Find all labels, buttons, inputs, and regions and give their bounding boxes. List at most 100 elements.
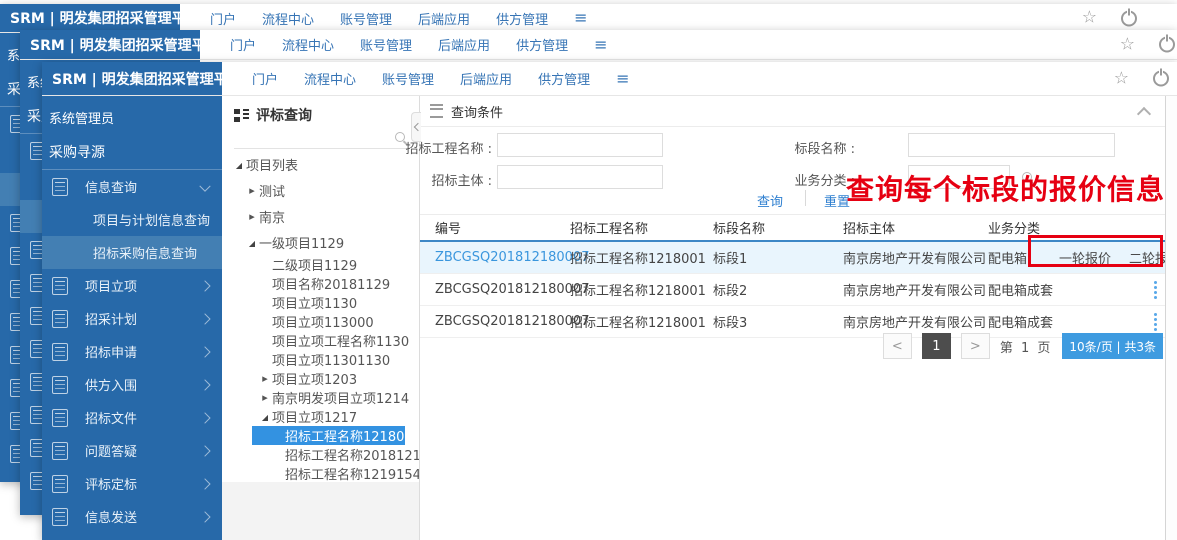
scrollbar-track[interactable] bbox=[1165, 96, 1177, 540]
nav-item[interactable]: 门户 bbox=[230, 35, 256, 54]
chevron-icon bbox=[199, 511, 210, 522]
tree-item[interactable]: 项目立项1203 bbox=[222, 369, 419, 388]
chevron-icon bbox=[199, 478, 210, 489]
section-name-cell: 标段1 bbox=[713, 248, 843, 267]
bid-entity-label: 招标主体 : bbox=[396, 170, 492, 189]
topbar-icons: ☆ bbox=[1082, 10, 1137, 27]
bid-entity-cell: 南京房地产开发有限公司 bbox=[843, 248, 988, 267]
tree-item[interactable]: 一级项目1129 bbox=[222, 229, 419, 255]
tree-item[interactable]: 二级项目1129 bbox=[222, 255, 419, 274]
sidebar-menu-item[interactable]: 项目立项 bbox=[42, 269, 222, 302]
nav-item[interactable]: 门户 bbox=[210, 9, 236, 28]
sidebar-menu-item[interactable]: 信息发送 bbox=[42, 500, 222, 533]
sidebar-menu-item[interactable]: 招采计划 bbox=[42, 302, 222, 335]
document-icon bbox=[52, 508, 68, 526]
section-name-input[interactable] bbox=[908, 133, 1115, 157]
hamburger-menu-icon[interactable]: ≡ bbox=[616, 71, 629, 87]
nav-item[interactable]: 供方管理 bbox=[496, 9, 548, 28]
app-title: SRM | 明发集团招采管理平台 bbox=[20, 30, 200, 59]
nav-item[interactable]: 后端应用 bbox=[460, 69, 512, 88]
bid-entity-cell: 南京房地产开发有限公司 bbox=[843, 312, 988, 331]
tree-item[interactable]: 南京明发项目立项1214 bbox=[222, 388, 419, 407]
menu-item-label: 信息查询 bbox=[85, 177, 137, 196]
nav-item[interactable]: 门户 bbox=[252, 69, 278, 88]
nav-item[interactable]: 后端应用 bbox=[438, 35, 490, 54]
tree-toggle-icon bbox=[258, 410, 272, 423]
nav-item[interactable]: 供方管理 bbox=[538, 69, 590, 88]
query-button[interactable]: 查询 bbox=[757, 191, 783, 210]
nav-item[interactable]: 后端应用 bbox=[418, 9, 470, 28]
top-nav: 门户 流程中心 账号管理 后端应用 供方管理 bbox=[200, 35, 568, 54]
bid-entity-input[interactable] bbox=[497, 165, 663, 189]
tree-item-label: 项目立项1217 bbox=[272, 407, 357, 426]
topbar-icons: ☆ bbox=[1114, 70, 1169, 87]
document-icon bbox=[52, 376, 68, 394]
power-icon[interactable] bbox=[1159, 37, 1175, 53]
hamburger-menu-icon[interactable]: ≡ bbox=[574, 10, 587, 26]
tree-item[interactable]: 项目名称20181129 bbox=[222, 274, 419, 293]
menu-item-label: 招采计划 bbox=[85, 309, 137, 328]
power-icon[interactable] bbox=[1121, 10, 1137, 26]
tree-item-label: 项目名称20181129 bbox=[272, 274, 390, 293]
tree-item[interactable]: 项目立项11301130 bbox=[222, 350, 419, 369]
table-body: ZBCGSQ201812180007 招标工程名称1218001 标段1 南京房… bbox=[420, 242, 1165, 338]
project-name-input[interactable] bbox=[497, 133, 663, 157]
tree-search bbox=[234, 127, 407, 149]
chevron-icon bbox=[199, 379, 210, 390]
favorite-star-icon[interactable]: ☆ bbox=[1082, 10, 1097, 27]
nav-item[interactable]: 账号管理 bbox=[360, 35, 412, 54]
tree-item[interactable]: 招标工程名称12191540 bbox=[222, 464, 419, 483]
nav-item[interactable]: 账号管理 bbox=[340, 9, 392, 28]
nav-item[interactable]: 流程中心 bbox=[262, 9, 314, 28]
app-title: SRM | 明发集团招采管理平台 bbox=[42, 62, 222, 95]
sidebar-menu-item[interactable]: 供方入围 bbox=[42, 368, 222, 401]
nav-item[interactable]: 账号管理 bbox=[382, 69, 434, 88]
first-round-quote-link[interactable]: 一轮报价 bbox=[1059, 248, 1111, 267]
sidebar: 系统管理员 采购寻源 信息查询 项目与计划信息查询 招标采购 bbox=[42, 96, 222, 540]
tree-panel: 评标查询 项目列表 测试 bbox=[222, 96, 420, 540]
tree-item[interactable]: 项目列表 bbox=[222, 151, 419, 177]
button-divider bbox=[805, 190, 806, 206]
hamburger-menu-icon[interactable]: ≡ bbox=[594, 37, 607, 53]
menu-item-label: 信息发送 bbox=[85, 507, 137, 526]
favorite-star-icon[interactable]: ☆ bbox=[1114, 70, 1129, 87]
tree-item[interactable]: 项目立项113000 bbox=[222, 312, 419, 331]
sidebar-menu-item[interactable]: 招标采购信息查询 bbox=[42, 236, 222, 269]
table-row: ZBCGSQ201812180007 招标工程名称1218001 标段1 南京房… bbox=[420, 242, 1165, 274]
tree-search-input[interactable] bbox=[234, 127, 388, 149]
tree-item[interactable]: 项目立项工程名称1130 bbox=[222, 331, 419, 350]
tree-item[interactable]: 项目立项1217 bbox=[222, 407, 419, 426]
sidebar-menu-item[interactable]: 问题答疑 bbox=[42, 434, 222, 467]
tree-item[interactable]: 招标工程名称2018121913 bbox=[222, 445, 419, 464]
collapse-left-icon bbox=[413, 123, 421, 131]
project-name-label: 招标工程名称 : bbox=[396, 138, 492, 157]
tree-item[interactable]: 招标工程名称1218001 bbox=[252, 426, 405, 445]
sidebar-menu-item[interactable]: 项目与计划信息查询 bbox=[42, 203, 222, 236]
row-more-menu-icon[interactable] bbox=[1154, 313, 1157, 331]
chevron-icon bbox=[199, 180, 210, 191]
power-icon[interactable] bbox=[1153, 71, 1169, 87]
tree-panel-header: 评标查询 bbox=[234, 104, 409, 126]
sidebar-menu-item[interactable]: 招标申请 bbox=[42, 335, 222, 368]
next-page-button[interactable]: > bbox=[961, 333, 990, 359]
sidebar-menu-item[interactable]: 评标定标 bbox=[42, 467, 222, 500]
sidebar-menu-item[interactable]: 信息查询 bbox=[42, 170, 222, 203]
tree-item[interactable]: 测试 bbox=[222, 177, 419, 203]
bid-number-link[interactable]: ZBCGSQ201812180007 bbox=[420, 314, 570, 329]
sidebar-menu-item[interactable]: 招标文件 bbox=[42, 401, 222, 434]
nav-item[interactable]: 供方管理 bbox=[516, 35, 568, 54]
current-page-button[interactable]: 1 bbox=[922, 333, 951, 359]
collapse-panel-handle[interactable] bbox=[411, 112, 421, 142]
nav-item[interactable]: 流程中心 bbox=[282, 35, 334, 54]
row-more-menu-icon[interactable] bbox=[1154, 281, 1157, 299]
favorite-star-icon[interactable]: ☆ bbox=[1120, 36, 1135, 53]
tree-item[interactable]: 南京 bbox=[222, 203, 419, 229]
screen: SRM | 明发集团招采管理平台 门户流程中心账号管理后端应用供方管理 ≡ ☆ … bbox=[0, 0, 1177, 540]
nav-item[interactable]: 流程中心 bbox=[304, 69, 356, 88]
tree-item[interactable]: 项目立项1130 bbox=[222, 293, 419, 312]
bid-number-link[interactable]: ZBCGSQ201812180007 bbox=[420, 282, 570, 297]
previous-page-button[interactable]: < bbox=[883, 333, 912, 359]
bid-number-link[interactable]: ZBCGSQ201812180007 bbox=[420, 250, 570, 265]
section-name-cell: 标段3 bbox=[713, 312, 843, 331]
collapse-up-icon[interactable] bbox=[1137, 107, 1151, 121]
